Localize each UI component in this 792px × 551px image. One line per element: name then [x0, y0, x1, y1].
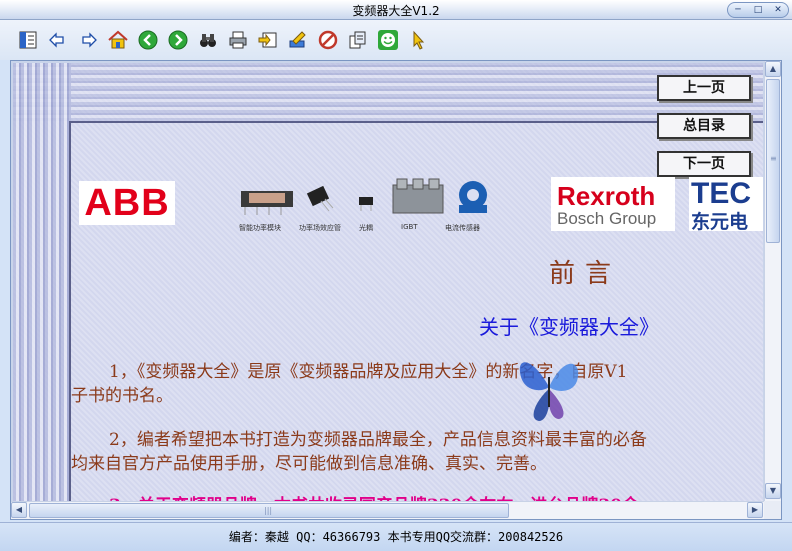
prev-page-button[interactable]: 上一页	[657, 75, 751, 101]
vertical-scroll-thumb[interactable]: ≡	[766, 79, 780, 243]
product-label-power-module: 智能功率模块	[239, 224, 281, 232]
horizontal-scrollbar[interactable]: ◀ ||| ▶	[11, 501, 764, 519]
mosfet-image	[306, 185, 334, 212]
preface-heading: 前言	[549, 259, 622, 289]
paragraph-3-line-1: 3，关于变频器品牌，本书共收录国产品牌330余左右，进台品牌30余	[109, 491, 639, 501]
product-illustration	[241, 178, 487, 215]
edit-icon[interactable]	[286, 28, 310, 52]
tec-logo-chinese: 东元电	[691, 211, 749, 231]
abb-logo: ABB	[79, 181, 175, 225]
home-icon[interactable]	[106, 28, 130, 52]
product-images: 智能功率模块 功率场效应管 光耦 IGBT 电流传感器	[237, 175, 493, 237]
paragraph-2-line-2: 均来自官方产品使用手册，尽可能做到信息准确、真实、完善。	[71, 454, 547, 474]
window-controls: ─ □ ✕	[727, 2, 789, 18]
scroll-right-arrow[interactable]: ▶	[747, 502, 763, 518]
close-button[interactable]: ✕	[770, 3, 786, 17]
window-title: 变频器大全V1.2	[352, 4, 440, 18]
vertical-scrollbar[interactable]: ▲ ≡ ▼	[764, 61, 781, 501]
bookmark-icon[interactable]	[256, 28, 280, 52]
document-frame: 上一页 总目录 下一页 ABB 智能功率模块 功率场效应管 光耦 IGBT 电流…	[10, 60, 782, 520]
scroll-up-arrow[interactable]: ▲	[765, 61, 781, 77]
print-icon[interactable]	[226, 28, 250, 52]
tec-logo: TEC 东元电	[689, 177, 763, 231]
table-of-contents-button[interactable]: 总目录	[657, 113, 751, 139]
tec-logo-name: TEC	[691, 177, 751, 210]
contents-icon[interactable]	[16, 28, 40, 52]
butterfly-decoration	[519, 362, 579, 421]
power-module-image	[241, 191, 293, 215]
minimize-button[interactable]: ─	[730, 3, 746, 17]
rexroth-logo-group: Bosch Group	[557, 209, 657, 228]
horizontal-scroll-thumb[interactable]: |||	[29, 503, 509, 518]
current-sensor-image	[459, 181, 487, 213]
abb-logo-text: ABB	[84, 181, 170, 224]
product-label-current-sensor: 电流传感器	[445, 224, 480, 232]
title-bar: 变频器大全V1.2 ─ □ ✕	[0, 0, 792, 20]
product-label-optocoupler: 光耦	[359, 224, 373, 232]
copy-icon[interactable]	[346, 28, 370, 52]
find-binoculars-icon[interactable]	[196, 28, 220, 52]
product-label-igbt: IGBT	[401, 223, 418, 231]
status-text: 编者：秦越 QQ：46366793 本书专用QQ交流群：200842526	[228, 530, 564, 544]
rexroth-logo: Rexroth Bosch Group	[551, 177, 675, 231]
product-label-mosfet: 功率场效应管	[299, 224, 341, 232]
optocoupler-image	[359, 197, 373, 211]
scrollbar-corner	[764, 501, 781, 519]
back-arrow-icon[interactable]	[46, 28, 70, 52]
page-border-top	[13, 63, 763, 121]
about-heading: 关于《变频器大全》	[479, 315, 659, 339]
igbt-image	[392, 178, 444, 214]
scroll-down-arrow[interactable]: ▼	[765, 483, 781, 499]
page-border-left	[13, 63, 71, 501]
paragraph-1-line-2: 子书的书名。	[71, 386, 173, 406]
next-page-button[interactable]: 下一页	[657, 151, 751, 177]
pointer-icon[interactable]	[406, 28, 430, 52]
document-viewport: 上一页 总目录 下一页 ABB 智能功率模块 功率场效应管 光耦 IGBT 电流…	[13, 63, 763, 501]
forward-arrow-icon[interactable]	[76, 28, 100, 52]
scroll-left-arrow[interactable]: ◀	[11, 502, 27, 518]
prev-circle-icon[interactable]	[136, 28, 160, 52]
next-circle-icon[interactable]	[166, 28, 190, 52]
rexroth-logo-name: Rexroth	[557, 181, 656, 211]
status-bar: 编者：秦越 QQ：46366793 本书专用QQ交流群：200842526	[0, 522, 792, 551]
paragraph-2-line-1: 2，编者希望把本书打造为变频器品牌最全，产品信息资料最丰富的必备	[109, 430, 647, 450]
no-icon[interactable]	[316, 28, 340, 52]
smiley-icon[interactable]	[376, 28, 400, 52]
maximize-button[interactable]: □	[750, 3, 766, 17]
toolbar	[0, 20, 792, 60]
